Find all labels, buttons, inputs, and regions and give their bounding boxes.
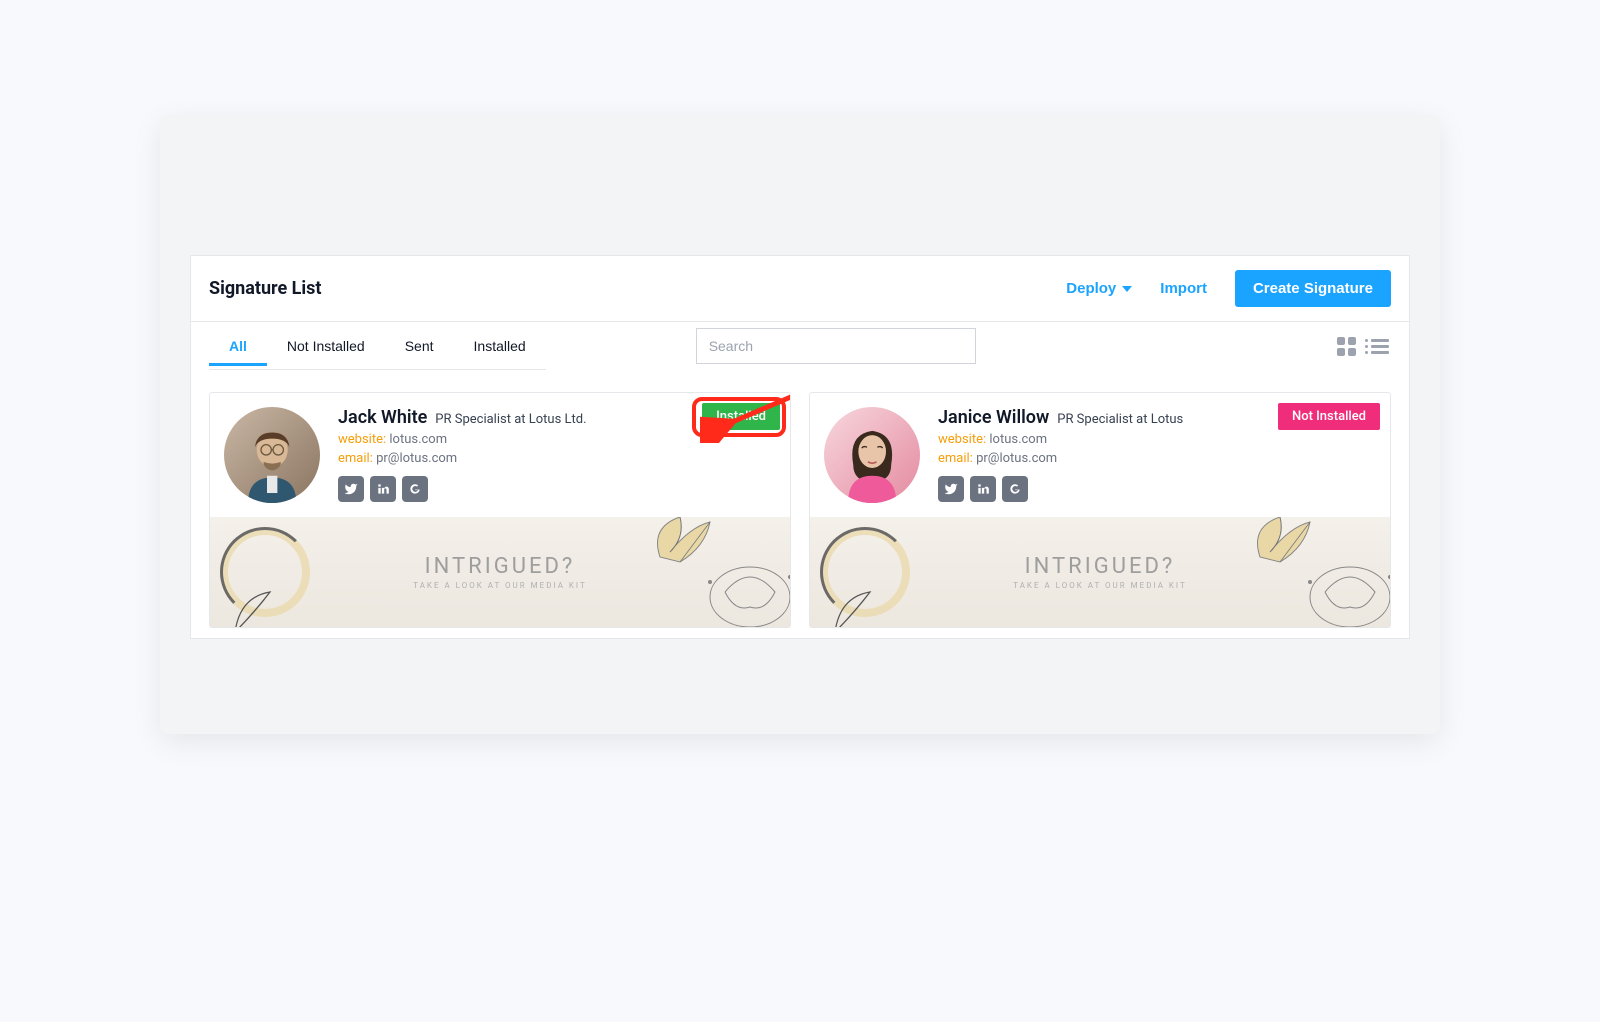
promo-banner: INTRIGUED? TAKE A LOOK AT OUR MEDIA KIT: [810, 517, 1390, 627]
list-icon: [1371, 339, 1389, 354]
signature-card[interactable]: Not Installed Janice Willow: [809, 392, 1391, 628]
person-role: PR Specialist at Lotus: [1057, 412, 1183, 427]
person-name: Janice Willow: [938, 407, 1049, 428]
promo-banner: INTRIGUED? TAKE A LOOK AT OUR MEDIA KIT: [210, 517, 790, 627]
signature-cards: Installed: [191, 370, 1409, 638]
social-icons: [338, 476, 776, 502]
leaf-icon: [830, 587, 890, 627]
card-top: Jack White PR Specialist at Lotus Ltd. w…: [224, 407, 776, 503]
google-icon[interactable]: [402, 476, 428, 502]
status-badge: Not Installed: [1278, 403, 1380, 430]
import-button[interactable]: Import: [1160, 280, 1207, 297]
website-line: website: lotus.com: [938, 432, 1376, 447]
app-frame: Signature List Deploy Import Create Sign…: [160, 115, 1440, 734]
tab-installed[interactable]: Installed: [454, 326, 546, 366]
panel-header: Signature List Deploy Import Create Sign…: [191, 256, 1409, 322]
linkedin-icon[interactable]: [970, 476, 996, 502]
banner-text: INTRIGUED? TAKE A LOOK AT OUR MEDIA KIT: [1013, 554, 1187, 590]
create-signature-button[interactable]: Create Signature: [1235, 270, 1391, 307]
deploy-dropdown[interactable]: Deploy: [1066, 280, 1132, 297]
twitter-icon[interactable]: [338, 476, 364, 502]
tab-sent[interactable]: Sent: [385, 326, 454, 366]
email-line: email: pr@lotus.com: [338, 451, 776, 466]
person-name: Jack White: [338, 407, 427, 428]
search-wrap: [696, 328, 976, 364]
chevron-down-icon: [1122, 286, 1132, 292]
toolbar: All Not Installed Sent Installed: [191, 322, 1409, 370]
list-view-button[interactable]: [1369, 335, 1391, 357]
avatar-icon: [229, 417, 315, 503]
banner-text: INTRIGUED? TAKE A LOOK AT OUR MEDIA KIT: [413, 554, 587, 590]
email-line: email: pr@lotus.com: [938, 451, 1376, 466]
header-actions: Deploy Import Create Signature: [1066, 270, 1391, 307]
social-icons: [938, 476, 1376, 502]
avatar: [224, 407, 320, 503]
page-title: Signature List: [209, 278, 321, 299]
grid-icon: [1337, 337, 1356, 356]
google-icon[interactable]: [1002, 476, 1028, 502]
website-line: website: lotus.com: [338, 432, 776, 447]
signature-panel: Signature List Deploy Import Create Sign…: [190, 255, 1410, 639]
signature-card[interactable]: Installed: [209, 392, 791, 628]
leaf-icon: [230, 587, 290, 627]
flower-outline-icon: [1295, 552, 1390, 627]
search-input[interactable]: [696, 328, 976, 364]
status-badge: Installed: [702, 403, 780, 430]
tab-all[interactable]: All: [209, 326, 267, 366]
person-role: PR Specialist at Lotus Ltd.: [435, 412, 586, 427]
tab-not-installed[interactable]: Not Installed: [267, 326, 385, 366]
flower-outline-icon: [695, 552, 790, 627]
twitter-icon[interactable]: [938, 476, 964, 502]
avatar-icon: [829, 417, 915, 503]
tabs: All Not Installed Sent Installed: [209, 322, 546, 370]
avatar: [824, 407, 920, 503]
linkedin-icon[interactable]: [370, 476, 396, 502]
deploy-label: Deploy: [1066, 280, 1116, 297]
grid-view-button[interactable]: [1335, 335, 1357, 357]
view-toggle: [1335, 335, 1391, 357]
